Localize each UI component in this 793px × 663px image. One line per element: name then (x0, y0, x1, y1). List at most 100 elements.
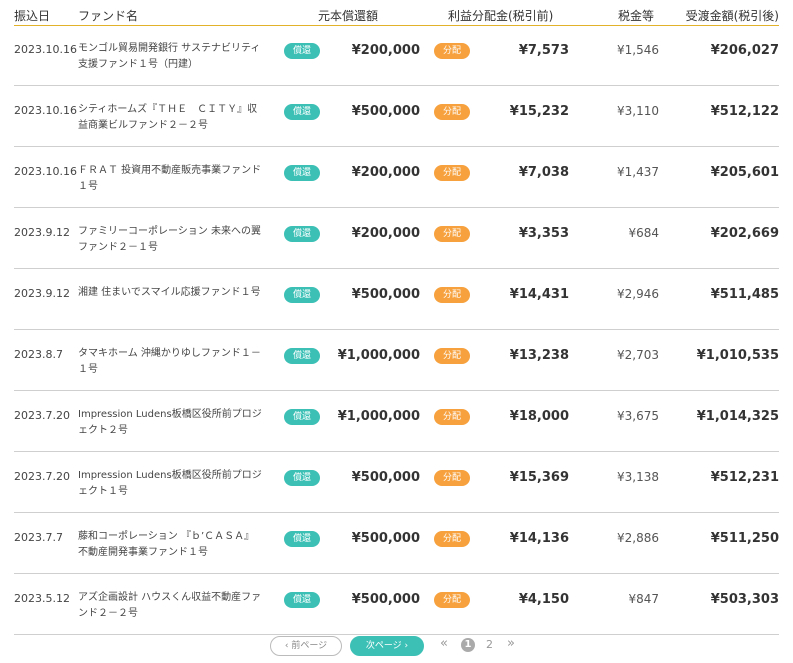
first-page-icon[interactable]: « (440, 636, 448, 651)
row-principal: ¥200,000 (351, 226, 420, 241)
row-tax: ¥2,946 (617, 287, 659, 301)
row-received: ¥1,010,535 (696, 348, 779, 363)
row-principal: ¥1,000,000 (337, 348, 420, 363)
row-principal: ¥200,000 (351, 43, 420, 58)
table-row: 2023.9.12 湘建 住まいでスマイル応援ファンド１号 償還 ¥500,000 分配… (14, 269, 779, 330)
repay-badge: 償還 (284, 409, 320, 425)
distribution-badge: 分配 (434, 104, 470, 120)
distribution-badge: 分配 (434, 470, 470, 486)
row-principal: ¥1,000,000 (337, 409, 420, 424)
row-received: ¥202,669 (710, 226, 779, 241)
row-principal: ¥500,000 (351, 287, 420, 302)
distribution-badge: 分配 (434, 226, 470, 242)
row-principal: ¥500,000 (351, 104, 420, 119)
col-fund-header: ファンド名 (78, 9, 139, 23)
row-profit: ¥4,150 (518, 592, 569, 607)
row-profit: ¥15,232 (509, 104, 569, 119)
col-tax-header: 税金等 (618, 9, 655, 23)
table-row: 2023.8.7 タマキホーム 沖縄かりゆしファンド１－１号 償還 ¥1,000,00… (14, 330, 779, 391)
distribution-badge: 分配 (434, 348, 470, 364)
repay-badge: 償還 (284, 226, 320, 242)
row-fund-name: ＦＲＡＴ 投資用不動産販売事業ファンド１号 (78, 165, 262, 192)
repay-badge: 償還 (284, 470, 320, 486)
repay-badge: 償還 (284, 531, 320, 547)
pagination: ‹ 前ページ 次ページ › « 1 2 » (0, 636, 793, 656)
row-tax: ¥2,703 (617, 348, 659, 362)
col-profit-header: 利益分配金(税引前) (448, 9, 554, 23)
table-row: 2023.10.16 モンゴル貿易開発銀行 サステナビリティ支援ファンド１号（円建… (14, 25, 779, 86)
row-fund-name: 湘建 住まいでスマイル応援ファンド１号 (78, 287, 261, 298)
row-fund-name: タマキホーム 沖縄かりゆしファンド１－１号 (78, 348, 261, 375)
row-received: ¥1,014,325 (696, 409, 779, 424)
row-tax: ¥3,110 (617, 104, 659, 118)
repay-badge: 償還 (284, 104, 320, 120)
row-received: ¥511,485 (710, 287, 779, 302)
page-link-1[interactable]: 1 (461, 638, 475, 652)
repay-badge: 償還 (284, 348, 320, 364)
row-fund-name: シティホームズ『ＴＨＥ ＣＩＴＹ』収益商業ビルファンド２－２号 (78, 104, 258, 131)
table-header: 振込日 ファンド名 元本償還額 利益分配金(税引前) 税金等 受渡金額(税引後) (14, 0, 779, 26)
page-link-2[interactable]: 2 (486, 638, 493, 651)
table-row: 2023.7.20 Impression Ludens板橋区役所前プロジェクト１号… (14, 452, 779, 513)
row-fund-name: モンゴル貿易開発銀行 サステナビリティ支援ファンド１号（円建） (78, 43, 261, 70)
distribution-table: 2023.10.16 モンゴル貿易開発銀行 サステナビリティ支援ファンド１号（円建… (14, 25, 779, 635)
row-tax: ¥1,437 (617, 165, 659, 179)
col-received-header: 受渡金額(税引後) (685, 9, 779, 23)
table-row: 2023.5.12 アズ企画設計 ハウスくん収益不動産ファンド２－２号 償還 ¥500… (14, 574, 779, 635)
row-fund-name: Impression Ludens板橋区役所前プロジェクト１号 (78, 470, 262, 497)
row-date: 2023.9.12 (14, 287, 70, 300)
col-principal-header: 元本償還額 (318, 9, 379, 23)
distribution-badge: 分配 (434, 43, 470, 59)
row-profit: ¥13,238 (509, 348, 569, 363)
row-received: ¥511,250 (710, 531, 779, 546)
row-received: ¥503,303 (710, 592, 779, 607)
row-profit: ¥3,353 (518, 226, 569, 241)
repay-badge: 償還 (284, 592, 320, 608)
row-date: 2023.7.20 (14, 470, 70, 483)
prev-page-button[interactable]: ‹ 前ページ (270, 636, 342, 656)
row-profit: ¥7,038 (518, 165, 569, 180)
row-date: 2023.7.7 (14, 531, 63, 544)
table-row: 2023.10.16 ＦＲＡＴ 投資用不動産販売事業ファンド１号 償還 ¥200,00… (14, 147, 779, 208)
row-fund-name: 藤和コーポレーション 『ｂ’ＣＡＳＡ』不動産開発事業ファンド１号 (78, 531, 255, 558)
row-date: 2023.5.12 (14, 592, 70, 605)
row-date: 2023.10.16 (14, 104, 77, 117)
row-principal: ¥500,000 (351, 592, 420, 607)
table-row: 2023.7.20 Impression Ludens板橋区役所前プロジェクト２号… (14, 391, 779, 452)
row-fund-name: ファミリーコーポレーション 未来への翼ファンド２－１号 (78, 226, 261, 253)
repay-badge: 償還 (284, 287, 320, 303)
row-received: ¥512,122 (710, 104, 779, 119)
row-tax: ¥3,138 (617, 470, 659, 484)
row-profit: ¥7,573 (518, 43, 569, 58)
distribution-badge: 分配 (434, 531, 470, 547)
table-row: 2023.9.12 ファミリーコーポレーション 未来への翼ファンド２－１号 償還 ¥2… (14, 208, 779, 269)
col-date-header: 振込日 (14, 9, 51, 23)
distribution-badge: 分配 (434, 287, 470, 303)
row-date: 2023.7.20 (14, 409, 70, 422)
distribution-badge: 分配 (434, 592, 470, 608)
row-date: 2023.10.16 (14, 43, 77, 56)
row-tax: ¥847 (628, 592, 659, 606)
row-principal: ¥500,000 (351, 470, 420, 485)
row-fund-name: Impression Ludens板橋区役所前プロジェクト２号 (78, 409, 262, 436)
last-page-icon[interactable]: » (507, 636, 515, 651)
row-tax: ¥684 (628, 226, 659, 240)
row-tax: ¥1,546 (617, 43, 659, 57)
repay-badge: 償還 (284, 165, 320, 181)
row-profit: ¥14,136 (509, 531, 569, 546)
row-principal: ¥500,000 (351, 531, 420, 546)
row-fund-name: アズ企画設計 ハウスくん収益不動産ファンド２－２号 (78, 592, 262, 619)
distribution-badge: 分配 (434, 165, 470, 181)
repay-badge: 償還 (284, 43, 320, 59)
table-row: 2023.10.16 シティホームズ『ＴＨＥ ＣＩＴＹ』収益商業ビルファンド２－２… (14, 86, 779, 147)
row-received: ¥205,601 (710, 165, 779, 180)
row-profit: ¥18,000 (509, 409, 569, 424)
row-date: 2023.9.12 (14, 226, 70, 239)
next-page-button[interactable]: 次ページ › (350, 636, 424, 656)
row-tax: ¥3,675 (617, 409, 659, 423)
row-profit: ¥14,431 (509, 287, 569, 302)
row-received: ¥206,027 (710, 43, 779, 58)
row-date: 2023.10.16 (14, 165, 77, 178)
row-date: 2023.8.7 (14, 348, 63, 361)
row-tax: ¥2,886 (617, 531, 659, 545)
